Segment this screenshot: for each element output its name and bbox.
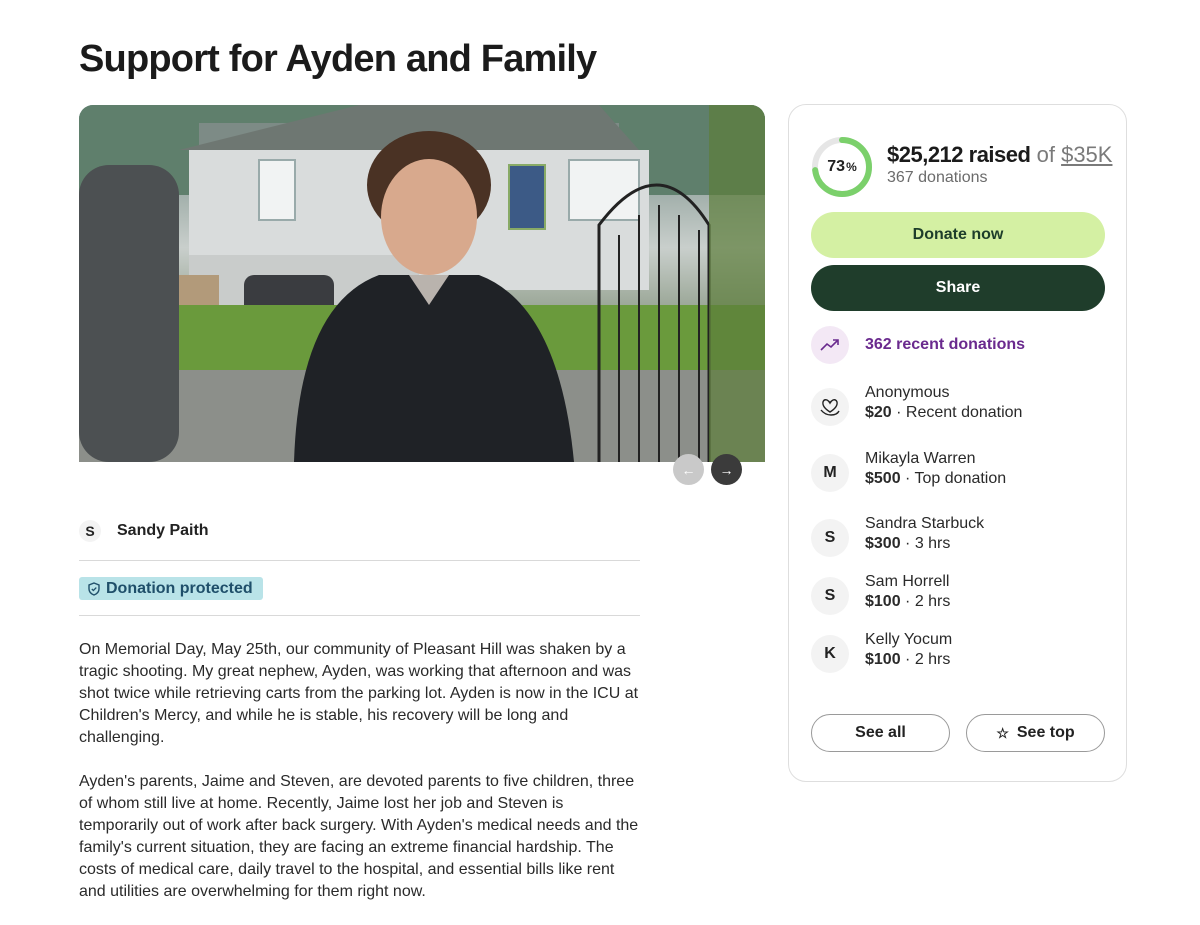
donor-avatar bbox=[811, 388, 849, 426]
donor-meta: $500 · Top donation bbox=[865, 470, 1006, 488]
donation-sidebar bbox=[788, 104, 1127, 782]
carousel-prev-button[interactable]: ← bbox=[673, 454, 704, 485]
divider bbox=[79, 560, 640, 561]
divider bbox=[79, 615, 640, 616]
organizer-avatar: S bbox=[79, 520, 101, 542]
percent-value: 73 bbox=[827, 158, 846, 175]
organizer[interactable]: S Sandy Paith bbox=[79, 520, 209, 542]
share-button[interactable]: Share bbox=[811, 265, 1105, 311]
percent-sign: % bbox=[846, 160, 857, 174]
star-icon: ☆ bbox=[996, 724, 1009, 741]
donor-amount: $20 bbox=[865, 404, 892, 421]
donor-amount: $500 bbox=[865, 470, 901, 487]
arrow-left-icon: ← bbox=[681, 461, 696, 478]
carousel-next-button[interactable]: → bbox=[711, 454, 742, 485]
see-all-button[interactable]: See all bbox=[811, 714, 950, 752]
donor-meta: $300 · 3 hrs bbox=[865, 535, 950, 553]
donor-item: S Sandra Starbuck $300 · 3 hrs bbox=[811, 515, 1111, 563]
arrow-right-icon: → bbox=[719, 461, 734, 478]
donor-meta: $100 · 2 hrs bbox=[865, 593, 950, 611]
donor-note: · 3 hrs bbox=[900, 535, 951, 552]
donor-avatar: S bbox=[811, 577, 849, 615]
story-paragraph: On Memorial Day, May 25th, our community… bbox=[79, 641, 639, 746]
donor-item: M Mikayla Warren $500 · Top donation bbox=[811, 450, 1111, 498]
progress-percent: 73% bbox=[811, 136, 873, 198]
organizer-name[interactable]: Sandy Paith bbox=[117, 522, 209, 540]
raised-summary: $25,212 raised of $35K bbox=[887, 142, 1112, 168]
donor-amount: $100 bbox=[865, 593, 901, 610]
donor-note: · 2 hrs bbox=[900, 651, 951, 668]
donor-note: · 2 hrs bbox=[900, 593, 951, 610]
campaign-photo-illustration bbox=[79, 105, 765, 462]
heart-hand-icon bbox=[820, 399, 840, 416]
donor-item: K Kelly Yocum $100 · 2 hrs bbox=[811, 631, 1111, 679]
recent-donations-icon-wrap bbox=[811, 326, 849, 364]
donor-amount: $100 bbox=[865, 651, 901, 668]
raised-of: of bbox=[1036, 142, 1055, 167]
donor-name: Mikayla Warren bbox=[865, 450, 976, 467]
goal-amount[interactable]: $35K bbox=[1061, 142, 1112, 167]
trending-up-icon bbox=[820, 339, 839, 351]
donor-avatar: M bbox=[811, 454, 849, 492]
donate-now-button[interactable]: Donate now bbox=[811, 212, 1105, 258]
see-top-label: See top bbox=[1016, 724, 1075, 741]
donor-note: · Recent donation bbox=[891, 404, 1023, 421]
recent-donations-link[interactable]: 362 recent donations bbox=[865, 336, 1025, 354]
donation-protected-badge[interactable]: Donation protected bbox=[79, 577, 263, 600]
donor-note: · Top donation bbox=[900, 470, 1007, 487]
story-paragraph: Ayden's parents, Jaime and Steven, are d… bbox=[79, 773, 639, 900]
donor-name: Sam Horrell bbox=[865, 573, 950, 590]
shield-icon bbox=[88, 581, 100, 596]
page-title: Support for Ayden and Family bbox=[79, 38, 597, 80]
donor-meta: $20 · Recent donation bbox=[865, 404, 1022, 422]
donor-name: Kelly Yocum bbox=[865, 631, 953, 648]
campaign-photo[interactable] bbox=[79, 105, 765, 462]
badge-label: Donation protected bbox=[106, 579, 253, 597]
story: On Memorial Day, May 25th, our community… bbox=[79, 639, 640, 925]
donor-avatar: S bbox=[811, 519, 849, 557]
donation-count: 367 donations bbox=[887, 169, 988, 186]
donor-name: Sandra Starbuck bbox=[865, 515, 985, 532]
donor-meta: $100 · 2 hrs bbox=[865, 651, 950, 669]
donor-amount: $300 bbox=[865, 535, 901, 552]
see-all-label: See all bbox=[855, 724, 906, 741]
see-top-button[interactable]: ☆ See top bbox=[966, 714, 1105, 752]
donor-avatar: K bbox=[811, 635, 849, 673]
raised-amount: $25,212 raised bbox=[887, 142, 1031, 167]
donor-item: S Sam Horrell $100 · 2 hrs bbox=[811, 573, 1111, 621]
donor-item: Anonymous $20 · Recent donation bbox=[811, 384, 1111, 432]
donor-name: Anonymous bbox=[865, 384, 950, 401]
